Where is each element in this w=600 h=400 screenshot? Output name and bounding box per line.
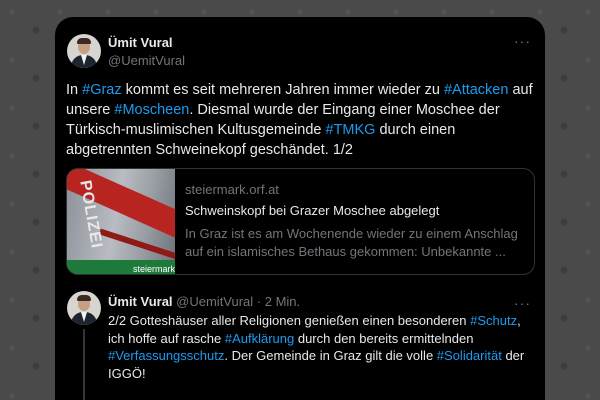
reply-author-handle[interactable]: @UemitVural <box>176 294 253 309</box>
hashtag-link[interactable]: #Aufklärung <box>225 331 294 346</box>
tweet-card: Ümit Vural @UemitVural ··· In #Graz komm… <box>55 17 545 400</box>
thumbnail-label-bar: steiermark <box>67 260 175 274</box>
hashtag-link[interactable]: #Solidarität <box>437 348 502 363</box>
text-segment: kommt es seit mehreren Jahren immer wied… <box>121 82 444 98</box>
reply-timestamp[interactable]: · 2 Min. <box>257 294 300 309</box>
reply-author-name[interactable]: Ümit Vural <box>108 294 173 309</box>
link-thumbnail: POLIZEI steiermark <box>67 169 175 274</box>
hashtag-link[interactable]: #Verfassungsschutz <box>108 348 224 363</box>
text-segment: durch den bereits ermittelnden <box>294 330 474 346</box>
thumbnail-label: steiermark <box>133 264 175 274</box>
hashtag-link[interactable]: #TMKG <box>326 122 376 138</box>
reply-text: 2/2 Gotteshäuser aller Religionen genieß… <box>108 312 538 382</box>
avatar-hair <box>77 38 91 44</box>
hashtag-link[interactable]: #Moscheen <box>114 102 189 118</box>
author-name[interactable]: Ümit Vural <box>108 35 173 50</box>
link-preview-card[interactable]: POLIZEI steiermark steiermark.orf.at Sch… <box>66 168 535 275</box>
reply-avatar[interactable] <box>67 291 101 325</box>
ellipsis-icon[interactable]: ··· <box>514 34 531 48</box>
author-handle[interactable]: @UemitVural <box>108 53 185 68</box>
avatar-hair <box>77 295 91 301</box>
link-title: Schweinskopf bei Grazer Moschee abgelegt <box>185 203 440 218</box>
hashtag-link[interactable]: #Graz <box>82 82 122 98</box>
text-segment: . Der Gemeinde in Graz gilt die volle <box>224 348 437 363</box>
avatar[interactable] <box>67 34 101 68</box>
tweet-text: In #Graz kommt es seit mehreren Jahren i… <box>66 80 536 160</box>
text-segment: In <box>66 82 83 98</box>
link-description: In Graz ist es am Wochenende wieder zu e… <box>185 226 518 259</box>
thread-line <box>83 329 85 400</box>
text-segment: 2/2 Gotteshäuser aller Religionen genieß… <box>108 313 471 328</box>
ellipsis-icon[interactable]: ··· <box>514 296 531 310</box>
hashtag-link[interactable]: #Attacken <box>444 82 509 98</box>
link-domain: steiermark.orf.at <box>185 182 279 197</box>
reply-header: Ümit Vural @UemitVural · 2 Min. <box>108 294 300 309</box>
hashtag-link[interactable]: #Schutz <box>470 313 517 328</box>
